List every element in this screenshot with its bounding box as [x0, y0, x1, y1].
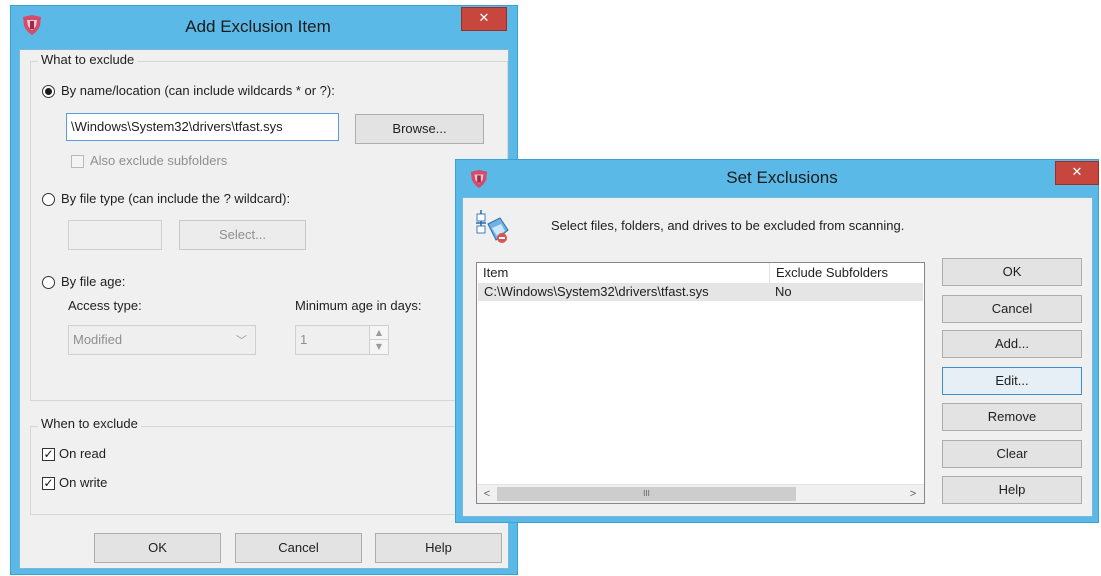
when-to-exclude-group: [30, 426, 508, 515]
help-button[interactable]: Help: [942, 476, 1082, 504]
close-icon[interactable]: ✕: [461, 7, 507, 31]
by-file-age-label[interactable]: By file age:: [61, 274, 125, 289]
files-exclusion-icon: [476, 210, 509, 243]
access-type-value: Modified: [73, 332, 123, 347]
chevron-down-icon: ﹀: [236, 334, 247, 347]
access-type-select[interactable]: Modified ﹀: [68, 325, 256, 355]
access-type-label: Access type:: [68, 298, 142, 313]
column-header-exclude-subfolders[interactable]: Exclude Subfolders: [769, 263, 924, 283]
exclude-subfolders-checkbox[interactable]: [71, 155, 84, 168]
row-item-cell: C:\Windows\System32\drivers\tfast.sys: [484, 284, 709, 299]
on-write-label[interactable]: On write: [59, 475, 107, 490]
table-row[interactable]: C:\Windows\System32\drivers\tfast.sys No: [478, 283, 923, 301]
set-exclusions-client: Select files, folders, and drives to be …: [462, 197, 1093, 517]
spin-up-icon[interactable]: ▲: [370, 326, 388, 340]
ok-button[interactable]: OK: [942, 258, 1082, 286]
exclusions-list[interactable]: Item Exclude Subfolders C:\Windows\Syste…: [476, 262, 925, 504]
set-exclusions-dialog: Set Exclusions ✕ Select files, folders, …: [455, 159, 1099, 523]
set-exclusions-titlebar[interactable]: Set Exclusions ✕: [456, 160, 1099, 196]
what-to-exclude-label: What to exclude: [38, 52, 138, 67]
column-header-item[interactable]: Item: [477, 263, 769, 283]
min-age-input[interactable]: 1 ▲ ▼: [295, 325, 389, 355]
help-button[interactable]: Help: [375, 533, 502, 563]
min-age-spinner[interactable]: ▲ ▼: [369, 326, 388, 354]
by-name-label[interactable]: By name/location (can include wildcards …: [61, 83, 335, 98]
scroll-left-arrow[interactable]: <: [479, 486, 495, 502]
scroll-thumb-grip: III: [643, 489, 650, 498]
min-age-value: 1: [300, 332, 308, 347]
edit-button[interactable]: Edit...: [942, 367, 1082, 395]
by-name-radio[interactable]: [42, 85, 55, 98]
add-exclusion-client: What to exclude By name/location (can in…: [19, 49, 509, 569]
select-button[interactable]: Select...: [179, 220, 306, 250]
clear-button[interactable]: Clear: [942, 440, 1082, 468]
by-file-type-label[interactable]: By file type (can include the ? wildcard…: [61, 191, 290, 206]
ok-button[interactable]: OK: [94, 533, 221, 563]
by-file-type-radio[interactable]: [42, 193, 55, 206]
by-file-age-radio[interactable]: [42, 276, 55, 289]
close-icon[interactable]: ✕: [1055, 161, 1099, 185]
row-subfolders-cell: No: [775, 284, 792, 299]
add-button[interactable]: Add...: [942, 330, 1082, 358]
scroll-right-arrow[interactable]: >: [905, 486, 921, 502]
cancel-button[interactable]: Cancel: [942, 295, 1082, 323]
remove-button[interactable]: Remove: [942, 403, 1082, 431]
on-read-checkbox[interactable]: ✓: [42, 448, 55, 461]
horizontal-scrollbar[interactable]: < III >: [477, 484, 924, 503]
spin-down-icon[interactable]: ▼: [370, 340, 388, 354]
path-input[interactable]: \Windows\System32\drivers\tfast.sys: [66, 113, 339, 141]
file-type-input[interactable]: [68, 220, 162, 250]
on-write-checkbox[interactable]: ✓: [42, 477, 55, 490]
set-exclusions-title: Set Exclusions: [726, 168, 838, 187]
exclude-subfolders-label[interactable]: Also exclude subfolders: [90, 153, 227, 168]
set-exclusions-description: Select files, folders, and drives to be …: [551, 218, 905, 233]
scroll-thumb[interactable]: III: [497, 487, 796, 501]
cancel-button[interactable]: Cancel: [235, 533, 362, 563]
min-age-label: Minimum age in days:: [295, 298, 422, 313]
browse-button[interactable]: Browse...: [355, 114, 484, 144]
on-read-label[interactable]: On read: [59, 446, 106, 461]
when-to-exclude-label: When to exclude: [38, 416, 141, 431]
add-exclusion-titlebar[interactable]: Add Exclusion Item ✕: [11, 6, 517, 48]
add-exclusion-title: Add Exclusion Item: [185, 17, 331, 36]
add-exclusion-dialog: Add Exclusion Item ✕ What to exclude By …: [10, 5, 518, 575]
